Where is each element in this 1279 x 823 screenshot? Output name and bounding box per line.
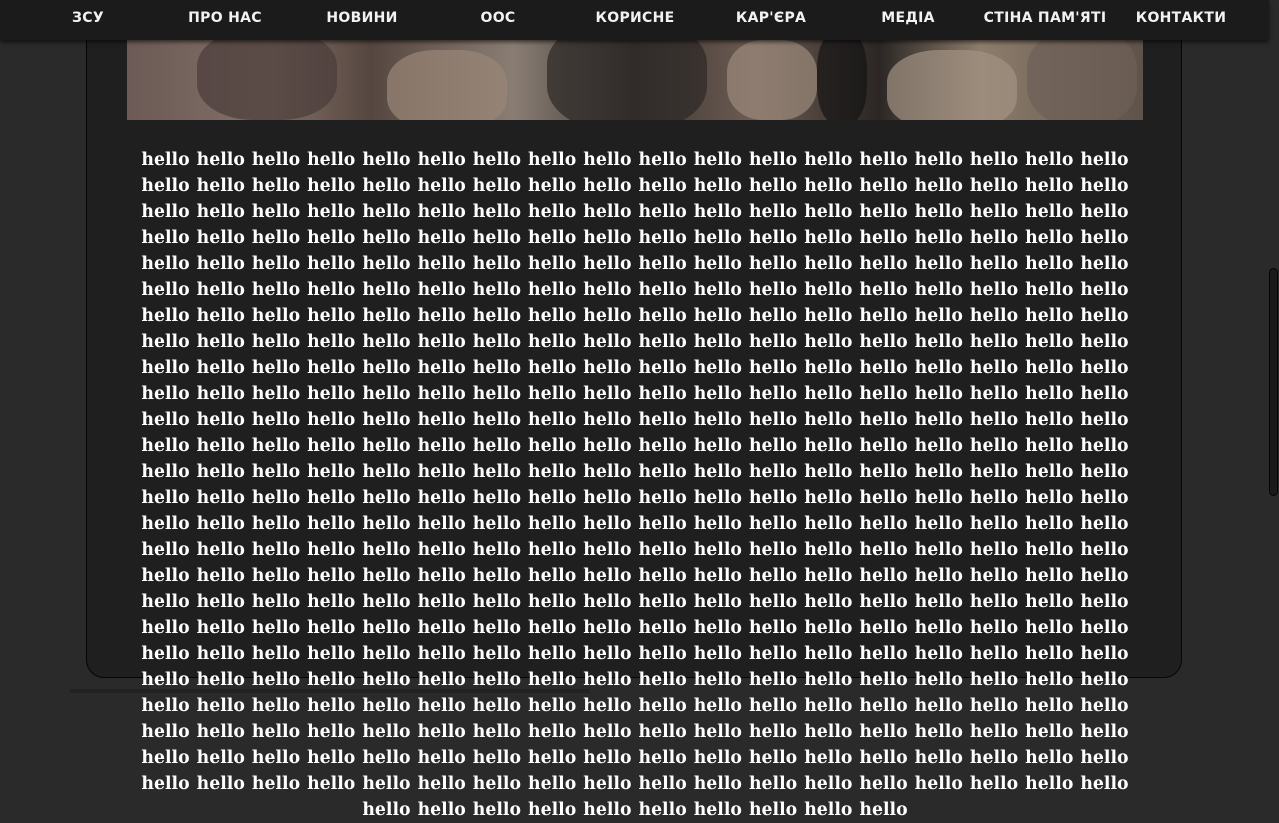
hero-image xyxy=(127,40,1143,120)
nav-item-media[interactable]: МЕДІА xyxy=(881,0,935,36)
next-section-edge xyxy=(70,689,590,693)
hero-image-detail xyxy=(197,40,337,120)
top-navigation: ЗСУ ПРО НАС НОВИНИ ООС КОРИСНЕ КАР'ЄРА М… xyxy=(0,0,1269,40)
hero-image-detail xyxy=(727,40,817,120)
hero-image-detail xyxy=(387,50,507,120)
nav-item-useful[interactable]: КОРИСНЕ xyxy=(596,0,675,36)
nav-item-zsu[interactable]: ЗСУ xyxy=(72,0,104,36)
scrollbar-thumb[interactable] xyxy=(1269,268,1278,496)
hero-image-detail xyxy=(817,40,867,120)
nav-item-memorial-wall[interactable]: СТІНА ПАМ'ЯТІ xyxy=(984,0,1107,36)
nav-item-career[interactable]: КАР'ЄРА xyxy=(736,0,806,36)
nav-item-oos[interactable]: ООС xyxy=(481,0,516,36)
hero-image-detail xyxy=(887,50,1017,120)
article-body-text: hello hello hello hello hello hello hell… xyxy=(141,150,1129,820)
nav-item-news[interactable]: НОВИНИ xyxy=(326,0,397,36)
hero-image-detail xyxy=(547,40,707,120)
nav-item-contacts[interactable]: КОНТАКТИ xyxy=(1136,0,1227,36)
nav-item-about[interactable]: ПРО НАС xyxy=(188,0,262,36)
hero-image-detail xyxy=(1027,40,1137,120)
